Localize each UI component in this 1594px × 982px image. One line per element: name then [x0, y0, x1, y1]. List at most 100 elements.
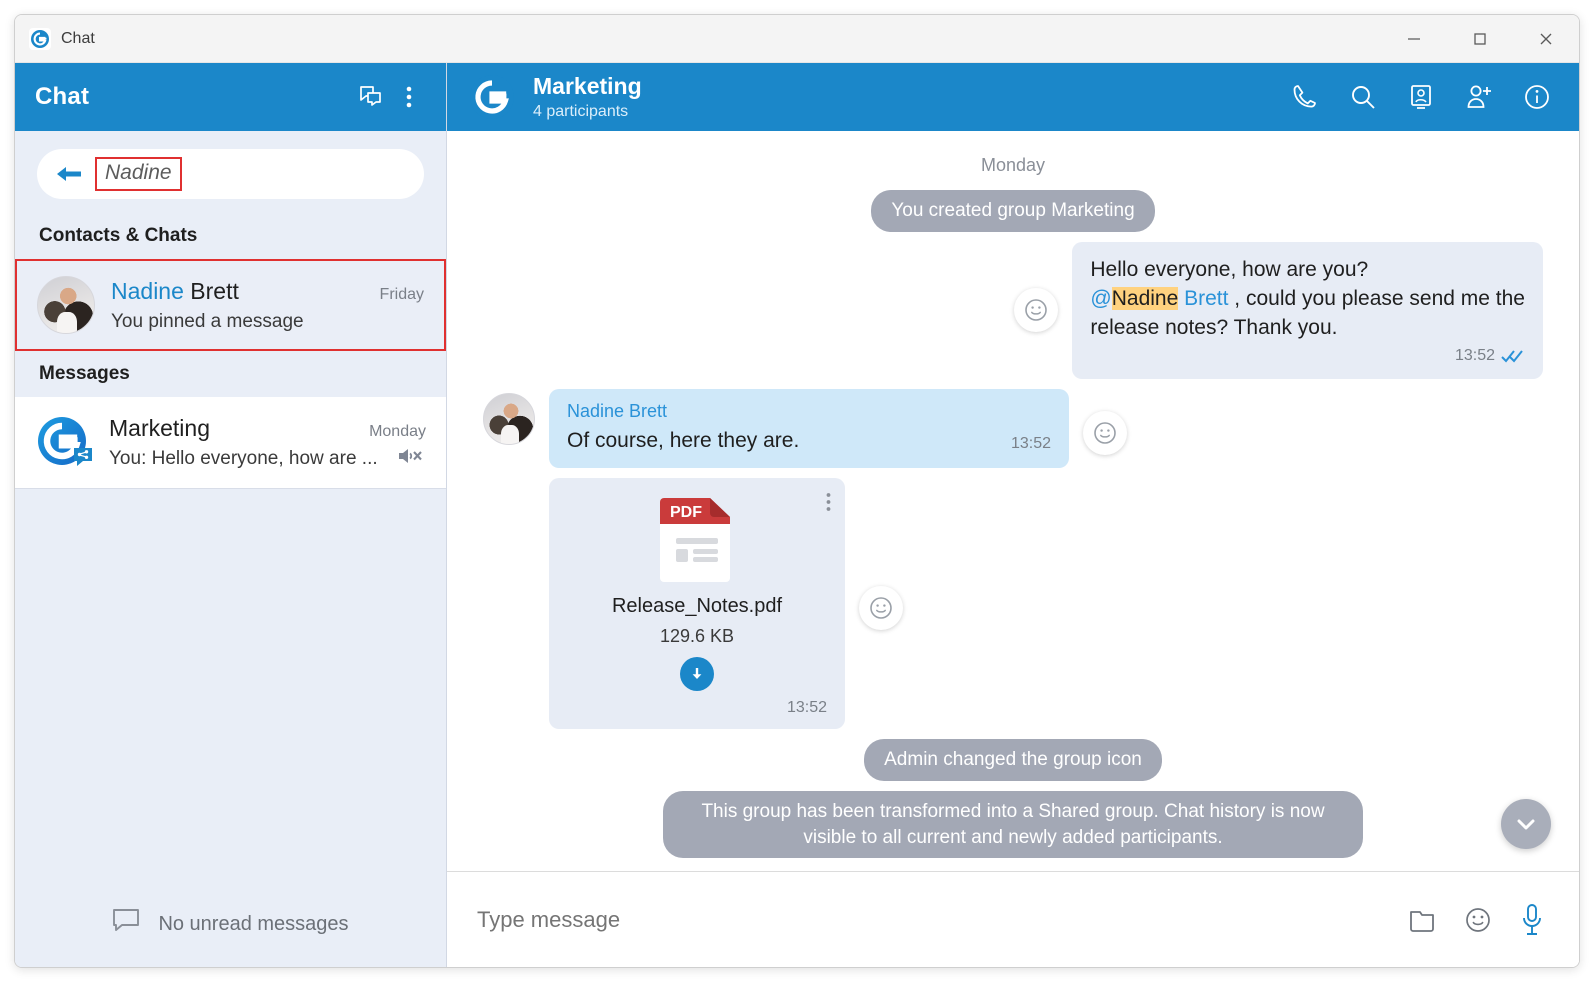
emoji-smiley-icon[interactable]	[1014, 288, 1059, 333]
new-chat-icon[interactable]	[352, 78, 390, 116]
emoji-smiley-icon[interactable]	[859, 586, 903, 631]
message-time: 13:52	[1010, 435, 1051, 453]
participants-count: 4 participants	[533, 103, 629, 120]
message-meta: 13:52	[1090, 345, 1525, 367]
group-g-avatar	[35, 414, 93, 472]
contact-last-name: Brett	[190, 277, 239, 304]
sidebar-title: Chat	[35, 83, 90, 110]
chevron-down-icon[interactable]	[1501, 799, 1551, 849]
main-body: Chat Nadine Contacts & Chats Nadine Bret…	[15, 63, 1579, 967]
file-message-row: PDF Release_Notes.pdf 129.6 KB 13:52	[549, 478, 1543, 730]
message-line-2-tail: , could you please send me the	[1228, 286, 1525, 310]
chat-pane: Marketing 4 participants Monday You crea…	[447, 63, 1579, 967]
close-icon[interactable]	[1513, 15, 1579, 62]
message-time: 13:52	[786, 699, 827, 717]
message-line-1: Hello everyone, how are you?	[1090, 257, 1369, 281]
file-attachment-card[interactable]: PDF Release_Notes.pdf 129.6 KB 13:52	[549, 478, 845, 730]
info-icon[interactable]	[1517, 77, 1557, 117]
emoji-smiley-icon[interactable]	[1463, 905, 1493, 935]
contact-time: Friday	[379, 285, 424, 303]
composer-icons	[1407, 903, 1545, 937]
contact-subtitle: You pinned a message	[111, 310, 304, 332]
day-separator: Monday	[980, 155, 1046, 175]
message-input[interactable]	[477, 906, 1407, 933]
message-bubble[interactable]: Nadine Brett 13:52 Of course, here they …	[549, 388, 1069, 469]
file-size: 129.6 KB	[659, 626, 735, 647]
chat-main: Marketing Monday You: Hello everyone, ho…	[109, 415, 426, 470]
chat-subtitle: You: Hello everyone, how are ...	[109, 448, 378, 469]
mention-rest: Brett	[1178, 286, 1229, 310]
mention-highlight[interactable]: Nadine	[1111, 286, 1179, 310]
system-message: This group has been transformed into a S…	[663, 791, 1363, 859]
system-message-row: You created group Marketing	[483, 190, 1543, 232]
g-logo-icon	[29, 27, 51, 50]
message-line-2: @Nadine Brett , could you please send me…	[1090, 285, 1525, 314]
avatar	[37, 276, 95, 334]
back-arrow-icon[interactable]	[53, 162, 87, 186]
title-bar: Chat	[15, 15, 1579, 63]
chat-time: Monday	[369, 423, 426, 440]
chat-name: Marketing	[109, 415, 210, 441]
search-input[interactable]: Nadine	[37, 149, 424, 199]
screen-share-icon[interactable]	[1401, 77, 1441, 117]
more-vertical-icon[interactable]	[390, 78, 428, 116]
share-badge-icon	[72, 446, 94, 473]
emoji-smiley-icon[interactable]	[1083, 410, 1127, 455]
contact-main: Nadine Brett Friday You pinned a message	[111, 278, 424, 333]
pdf-file-icon: PDF	[658, 494, 736, 587]
chat-header-text: Marketing 4 participants	[533, 73, 642, 121]
message-list[interactable]: Monday You created group Marketing Hello…	[447, 131, 1579, 871]
add-user-icon[interactable]	[1459, 77, 1499, 117]
list-item[interactable]: Marketing Monday You: Hello everyone, ho…	[15, 397, 446, 489]
avatar	[483, 392, 535, 445]
system-message: You created group Marketing	[871, 190, 1155, 232]
speaker-mute-icon	[396, 445, 426, 467]
folder-icon[interactable]	[1407, 906, 1437, 934]
sidebar: Chat Nadine Contacts & Chats Nadine Bret…	[15, 63, 447, 967]
chat-header: Marketing 4 participants	[447, 63, 1579, 131]
sidebar-empty-space	[15, 489, 446, 881]
search-icon[interactable]	[1343, 77, 1383, 117]
message-line-3: release notes? Thank you.	[1090, 314, 1525, 343]
contact-first-name: Nadine	[111, 277, 184, 304]
contact-name: Nadine Brett	[111, 278, 239, 305]
system-message: Admin changed the group icon	[864, 739, 1162, 782]
svg-text:PDF: PDF	[670, 504, 702, 521]
call-icon[interactable]	[1285, 77, 1325, 117]
chat-subtitle-line: You: Hello everyone, how are ...	[109, 442, 426, 470]
more-vertical-icon[interactable]	[826, 492, 831, 517]
page-title: Marketing	[533, 73, 642, 99]
download-icon[interactable]	[680, 657, 714, 692]
search-area: Nadine	[15, 131, 446, 213]
microphone-icon[interactable]	[1519, 903, 1545, 937]
incoming-message-row: Nadine Brett 13:52 Of course, here they …	[483, 388, 1543, 469]
outgoing-message-row: Hello everyone, how are you? @Nadine Bre…	[483, 241, 1543, 379]
message-text: 13:52 Of course, here they are.	[567, 427, 1051, 456]
message-sender: Nadine Brett	[567, 400, 668, 421]
window-title: Chat	[61, 29, 95, 47]
contact-top: Nadine Brett Friday	[111, 278, 424, 305]
double-check-icon	[1501, 348, 1525, 364]
group-g-avatar	[469, 74, 515, 120]
file-name: Release_Notes.pdf	[611, 595, 783, 618]
mention-at-symbol: @	[1090, 286, 1112, 310]
list-item[interactable]: Nadine Brett Friday You pinned a message	[15, 259, 446, 351]
system-message-row: This group has been transformed into a S…	[483, 791, 1543, 859]
maximize-icon[interactable]	[1447, 15, 1513, 62]
section-header-contacts: Contacts & Chats	[15, 213, 446, 259]
chat-bubble-icon	[112, 908, 140, 940]
section-header-messages: Messages	[15, 351, 446, 397]
unread-status-bar: No unread messages	[15, 881, 446, 967]
chat-application-window: Chat Chat Nadine Contacts & Chats Nadine…	[14, 14, 1580, 968]
message-time: 13:52	[1454, 346, 1495, 364]
message-bubble[interactable]: Hello everyone, how are you? @Nadine Bre…	[1072, 241, 1543, 379]
chat-top: Marketing Monday	[109, 415, 426, 442]
message-text-value: Of course, here they are.	[567, 429, 800, 453]
system-message-row: Admin changed the group icon	[483, 739, 1543, 782]
minimize-icon[interactable]	[1381, 15, 1447, 62]
message-composer	[447, 871, 1579, 967]
message-line-3-text: release notes? Thank you.	[1090, 315, 1338, 339]
sidebar-header: Chat	[15, 63, 446, 131]
unread-status-label: No unread messages	[158, 912, 349, 935]
search-input-value: Nadine	[95, 157, 182, 191]
